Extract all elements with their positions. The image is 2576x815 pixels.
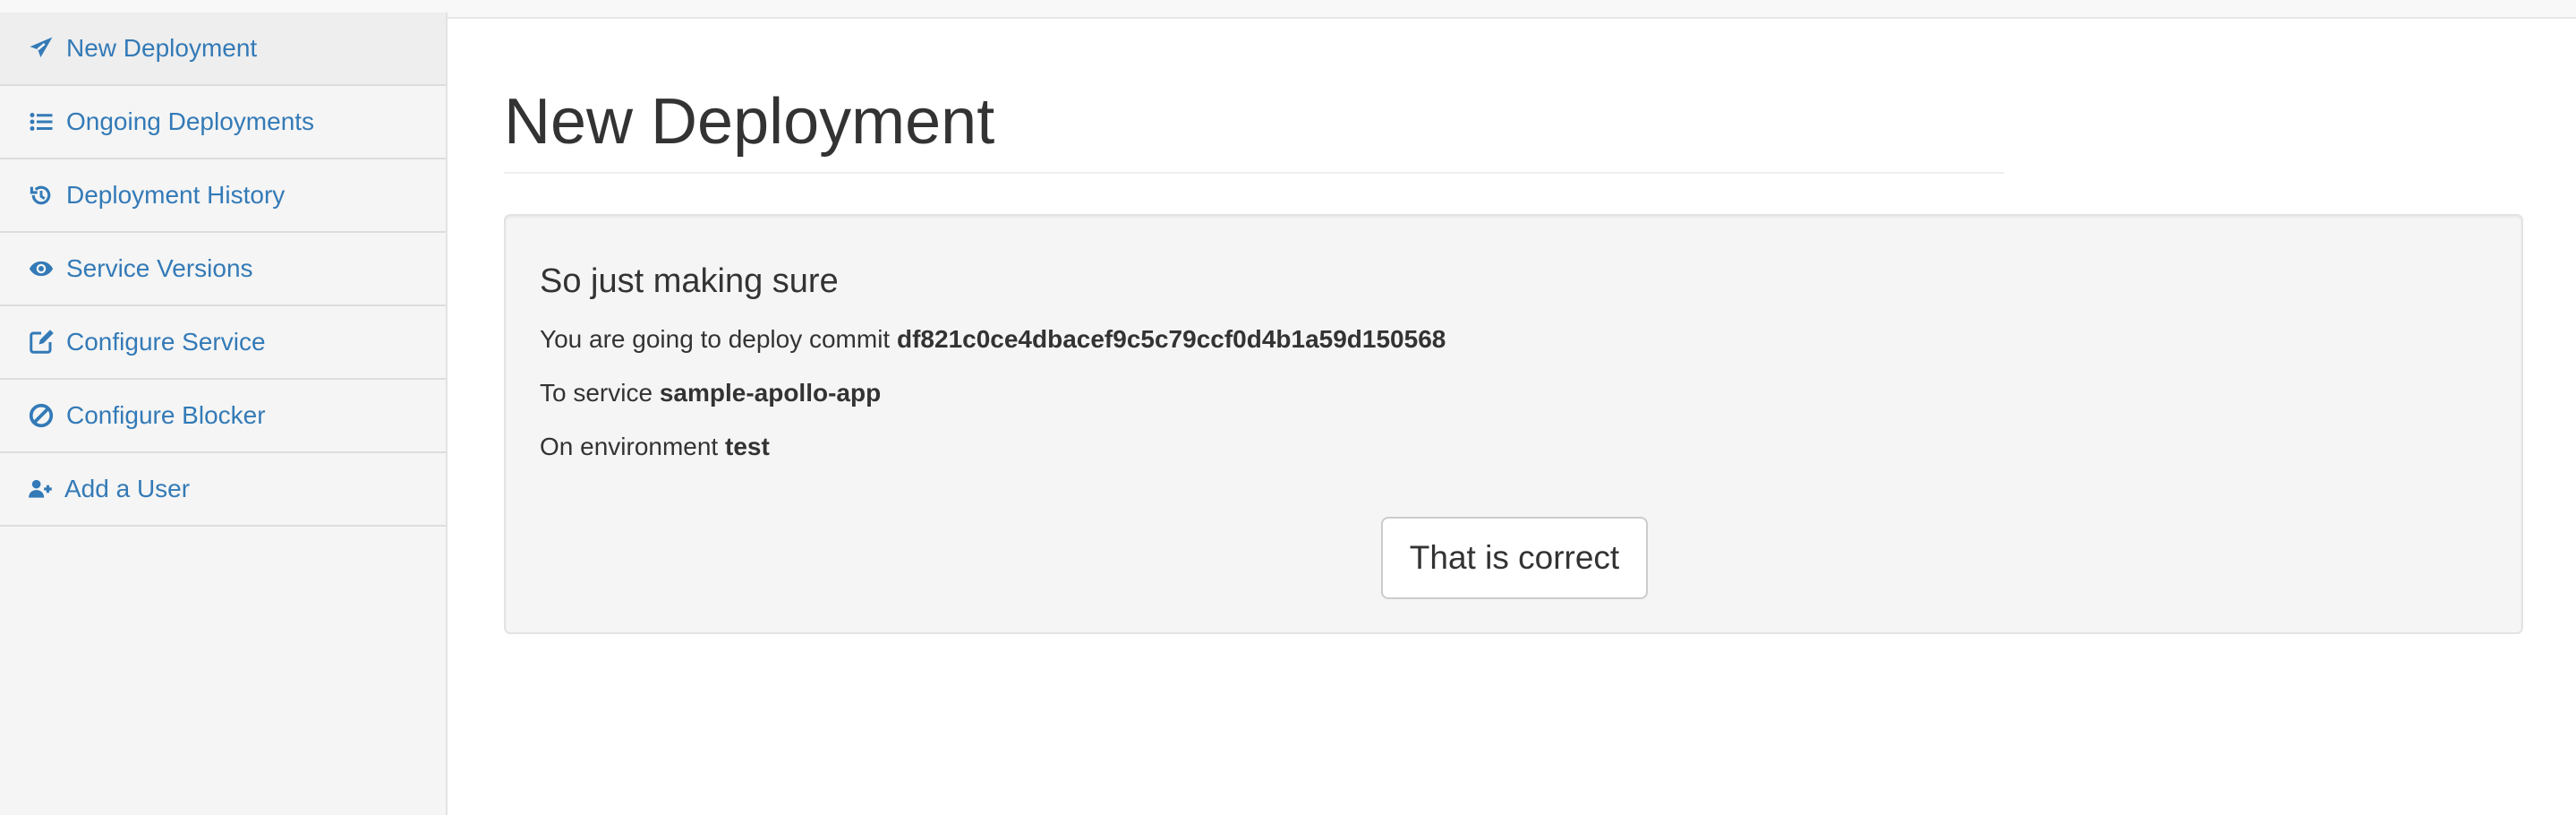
ban-icon bbox=[27, 401, 55, 430]
commit-hash: df821c0ce4dbacef9c5c79ccf0d4b1a59d150568 bbox=[897, 325, 1446, 353]
sidebar-item-new-deployment[interactable]: New Deployment bbox=[0, 13, 446, 86]
sidebar-menu: New Deployment Ongoing Deployments Deplo… bbox=[0, 13, 446, 527]
environment-prefix: On environment bbox=[540, 433, 719, 460]
confirmation-heading: So just making sure bbox=[540, 262, 839, 300]
sidebar-item-label: Configure Service bbox=[66, 328, 266, 356]
sidebar-item-configure-service[interactable]: Configure Service bbox=[0, 306, 446, 380]
confirmation-panel: So just making sure You are going to dep… bbox=[504, 214, 2523, 634]
confirm-deployment-button[interactable]: That is correct bbox=[1381, 517, 1648, 599]
service-name: sample-apollo-app bbox=[659, 379, 882, 407]
sidebar-item-label: Service Versions bbox=[66, 254, 253, 282]
sidebar-item-configure-blocker[interactable]: Configure Blocker bbox=[0, 380, 446, 453]
sidebar-item-label: Deployment History bbox=[66, 181, 286, 209]
environment-line: On environment test bbox=[540, 434, 770, 459]
commit-prefix: You are going to deploy commit bbox=[540, 325, 891, 353]
paper-plane-icon bbox=[27, 34, 55, 63]
sidebar-item-deployment-history[interactable]: Deployment History bbox=[0, 159, 446, 233]
sidebar-item-service-versions[interactable]: Service Versions bbox=[0, 233, 446, 306]
sidebar-item-ongoing-deployments[interactable]: Ongoing Deployments bbox=[0, 86, 446, 159]
edit-icon bbox=[27, 328, 55, 356]
page-title: New Deployment bbox=[504, 85, 2004, 174]
service-prefix: To service bbox=[540, 379, 653, 407]
eye-icon bbox=[27, 254, 55, 283]
sidebar-item-label: Ongoing Deployments bbox=[66, 107, 315, 135]
sidebar-item-label: Add a User bbox=[64, 475, 191, 502]
sidebar-nav: New Deployment Ongoing Deployments Deplo… bbox=[0, 13, 448, 815]
history-icon bbox=[27, 181, 55, 210]
service-line: To service sample-apollo-app bbox=[540, 381, 881, 406]
sidebar-item-label: Configure Blocker bbox=[66, 401, 266, 429]
main-content: New Deployment So just making sure You a… bbox=[504, 85, 2523, 634]
user-plus-icon bbox=[25, 475, 57, 503]
list-icon bbox=[27, 107, 55, 136]
sidebar-item-add-user[interactable]: Add a User bbox=[0, 453, 446, 527]
sidebar-item-label: New Deployment bbox=[66, 34, 258, 62]
commit-line: You are going to deploy commit df821c0ce… bbox=[540, 327, 1446, 352]
environment-name: test bbox=[725, 433, 770, 460]
